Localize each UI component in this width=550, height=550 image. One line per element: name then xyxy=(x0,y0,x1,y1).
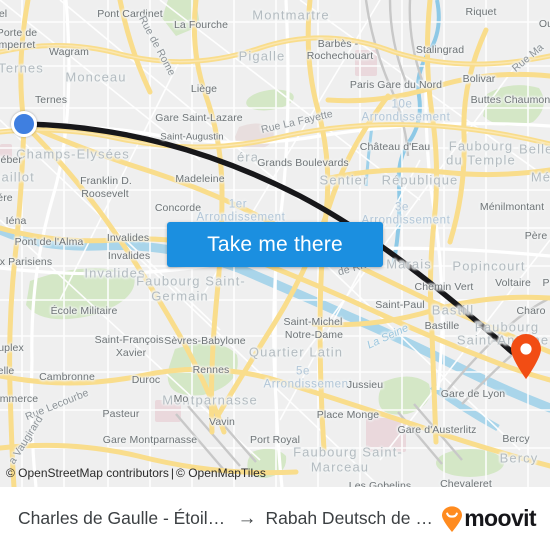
map-canvas[interactable]: Pont Cardinet La Fourche Montmartre Riquet O… xyxy=(0,0,550,487)
moovit-wordmark: moovit xyxy=(464,505,536,531)
trip-destination-label: Rabah Deutsch de la ... xyxy=(265,508,434,528)
origin-marker[interactable] xyxy=(11,111,37,137)
attribution-osm[interactable]: © OpenStreetMap contributors xyxy=(6,466,169,480)
trip-summary[interactable]: Charles de Gaulle - Étoile - ... → Rabah… xyxy=(18,508,433,530)
map-attribution: © OpenStreetMap contributors | © OpenMapTi… xyxy=(6,466,266,480)
take-me-there-button[interactable]: Take me there xyxy=(167,222,383,267)
attribution-openmaptiles[interactable]: © OpenMapTiles xyxy=(176,466,266,480)
moovit-pin-icon xyxy=(442,505,463,532)
trip-bottom-bar: Charles de Gaulle - Étoile - ... → Rabah… xyxy=(0,487,550,550)
attribution-separator: | xyxy=(170,466,175,480)
trip-origin-label: Charles de Gaulle - Étoile - ... xyxy=(18,508,229,528)
moovit-logo[interactable]: moovit xyxy=(441,505,537,532)
arrow-right-icon: → xyxy=(237,507,257,529)
map-pin-icon xyxy=(511,334,541,379)
moovit-trip-map-screen: Pont Cardinet La Fourche Montmartre Riquet O… xyxy=(0,0,550,550)
destination-marker[interactable] xyxy=(509,333,543,379)
